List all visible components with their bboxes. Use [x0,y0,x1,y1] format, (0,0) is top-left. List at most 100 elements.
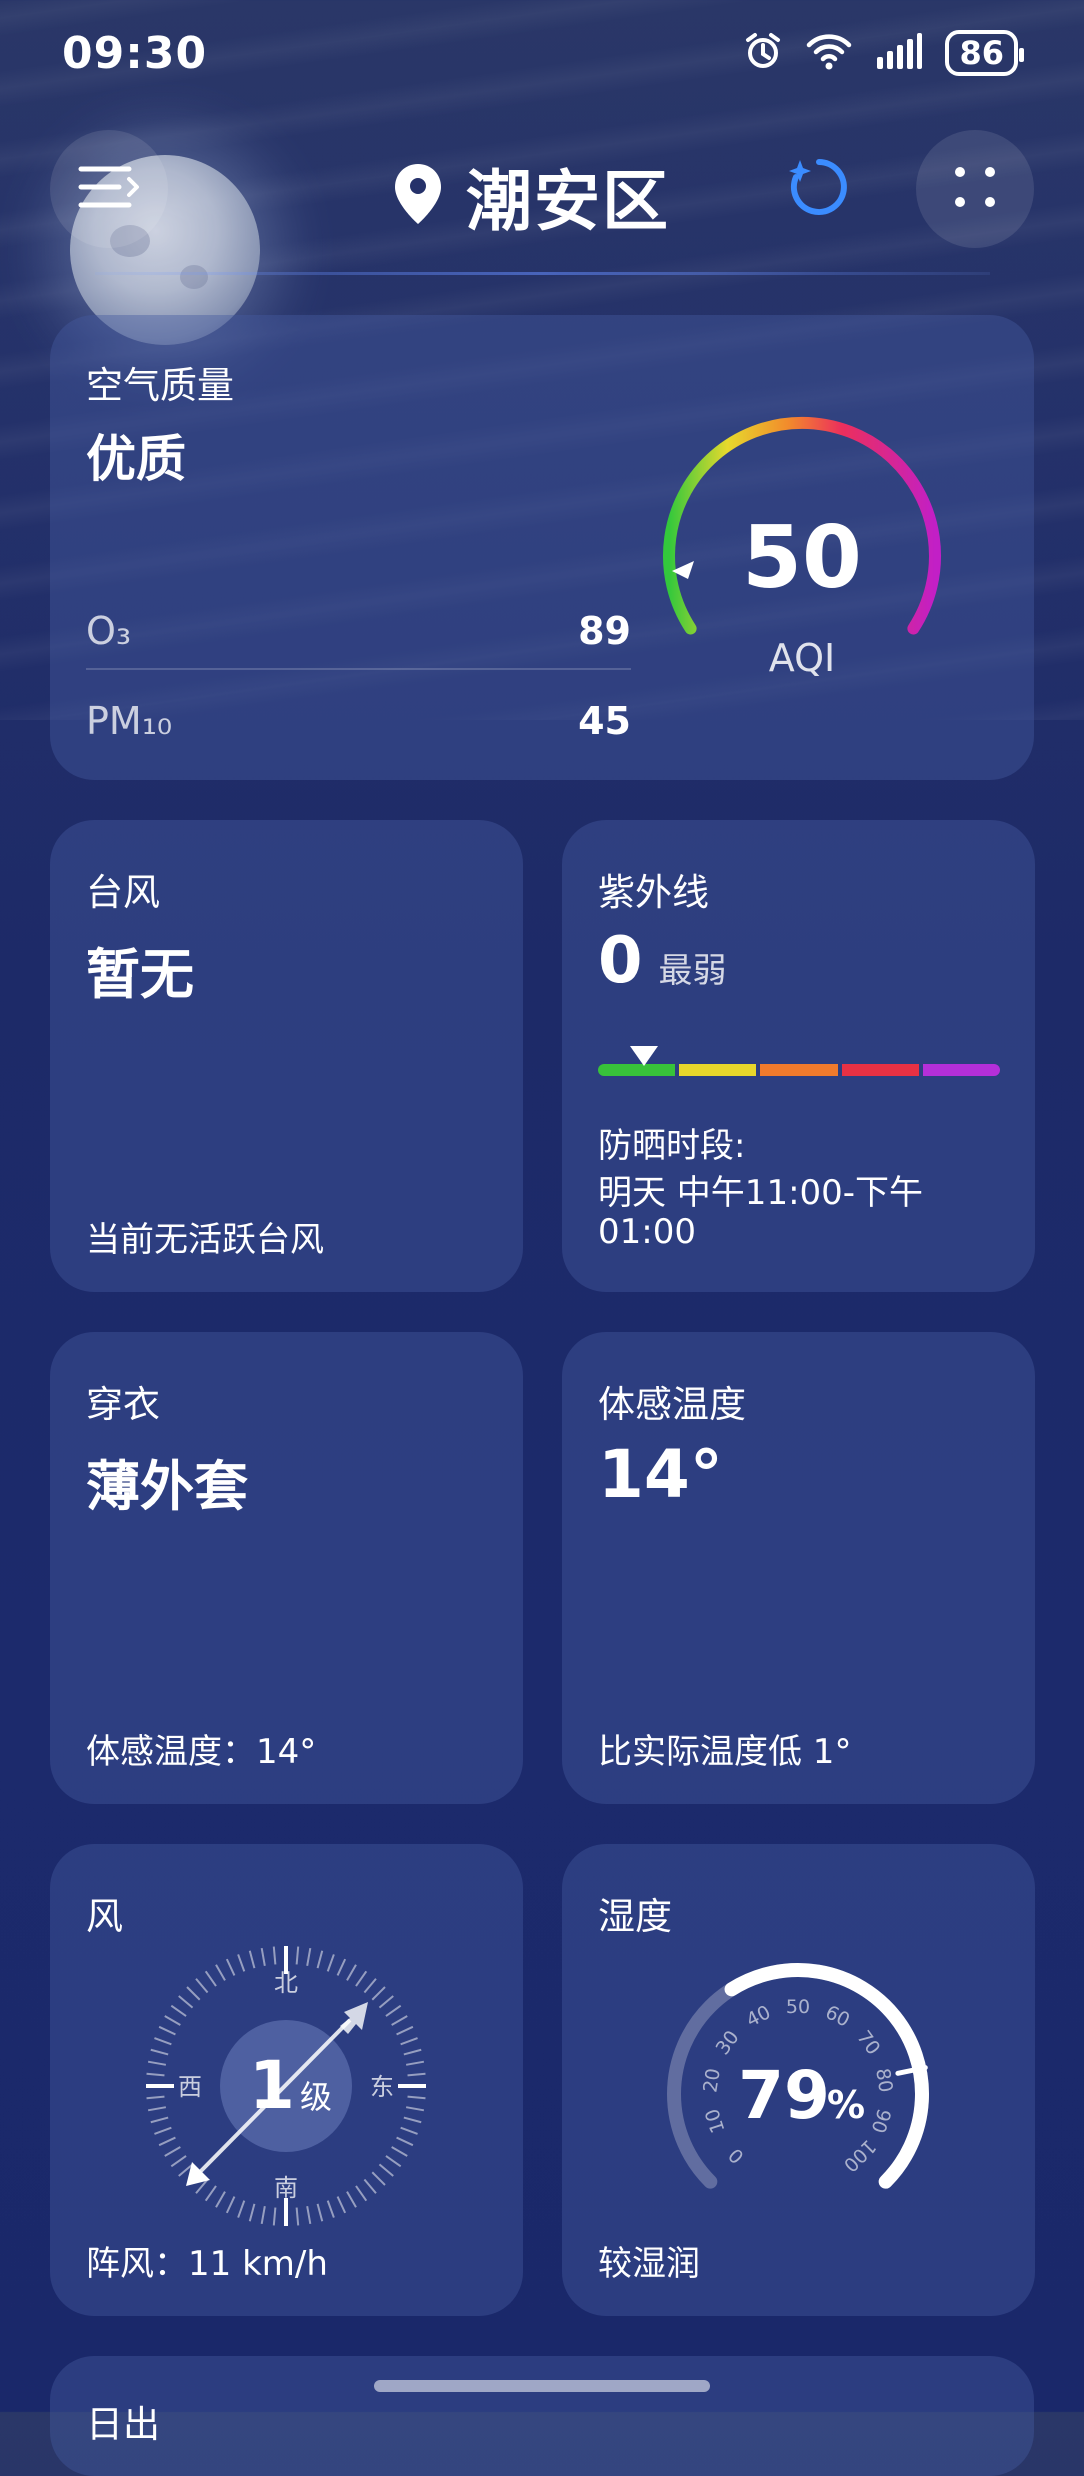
humidity-tick-label: 60 [822,2001,854,2032]
wind-compass: 北 南 东 西 1 级 [146,1946,426,2226]
pm10-row: PM₁₀ 45 [86,677,631,765]
compass-tick [396,2025,414,2036]
compass-tick [385,2004,402,2017]
compass-tick [391,2015,408,2026]
compass-tick [295,2207,300,2226]
aq-divider [86,668,631,670]
aqi-gauge: 50 AQI [663,416,941,680]
compass-tick [150,2048,169,2056]
sunrise-title: 日出 [86,2403,160,2446]
wind-card[interactable]: 风 北 南 东 西 1 级 阵风：11 km/h [50,1844,523,2316]
compass-tick [316,2203,324,2222]
compass-tick [355,2185,368,2202]
more-dots-icon [950,162,1000,216]
compass-tick [164,2015,181,2026]
more-button[interactable] [916,130,1034,248]
uv-value-row: 0 最弱 [598,924,727,998]
humidity-tick-label: 20 [699,2067,725,2094]
wind-arrow-tail [340,2002,368,2034]
location-pin-icon [392,162,444,230]
typhoon-card[interactable]: 台风 暂无 当前无活跃台风 [50,820,523,1292]
compass-tick [260,1947,266,1967]
compass-tick [248,1950,256,1969]
compass-north: 北 [274,1969,298,1997]
battery-icon: 86 [945,30,1024,76]
compass-tick [154,2037,172,2046]
signal-icon [875,31,923,75]
humidity-tick-label: 40 [743,2001,775,2032]
uv-marker [630,1046,659,1066]
compass-tick [407,2072,426,2077]
alarm-icon [743,31,783,75]
compass-tick [363,2178,377,2194]
o3-row: O₃ 89 [86,587,631,675]
humidity-tick-label: 80 [871,2067,897,2094]
compass-tick [403,2048,422,2056]
feels-like-footer: 比实际温度低 1° [598,1732,852,1772]
compass-tick [336,1958,347,1976]
compass-tick [326,1954,335,1972]
compass-tick [363,1978,377,1994]
humidity-value: 79 [738,2057,830,2134]
compass-tick [204,2185,217,2202]
air-quality-card[interactable]: 空气质量 优质 O₃ 89 PM₁₀ 45 50 AQI [50,315,1034,780]
compass-tick [237,1954,246,1972]
compass-west: 西 [178,2073,202,2101]
typhoon-value: 暂无 [86,943,194,1006]
compass-tick [146,2072,165,2077]
wind-footer: 阵风：11 km/h [86,2244,328,2284]
compass-tick [272,2207,277,2226]
o3-value: 89 [578,609,631,653]
compass-tick [405,2106,425,2112]
compass-tick [336,2196,347,2214]
wind-level-value: 1 [249,2047,295,2124]
uv-scale-segment [679,1064,757,1076]
app-header: 潮安区 [0,130,1084,250]
refresh-sparkle-icon [786,154,852,224]
humidity-tick-label: 100 [839,2135,880,2176]
compass-tick [170,2004,187,2017]
humidity-tick-label: 0 [724,2143,748,2167]
humidity-tick-label: 30 [712,2027,744,2059]
compass-east: 东 [370,2073,394,2101]
uv-card[interactable]: 紫外线 0 最弱 防晒时段: 明天 中午11:00-下午 01:00 [562,820,1035,1292]
typhoon-footer: 当前无活跃台风 [86,1220,324,1260]
compass-tick [170,2155,187,2168]
humidity-tick-label: 10 [701,2106,729,2136]
location-title[interactable]: 潮安区 [392,148,670,244]
status-time: 09:30 [62,28,208,79]
compass-tick [164,2146,181,2157]
pm10-label: PM₁₀ [86,699,173,743]
air-quality-level: 优质 [86,430,186,488]
header-divider [95,272,990,275]
clothing-card[interactable]: 穿衣 薄外套 体感温度：14° [50,1332,523,1804]
refresh-button[interactable] [760,130,878,248]
compass-tick [150,2116,169,2124]
feels-like-title: 体感温度 [598,1383,746,1426]
compass-tick [378,2163,394,2177]
compass-tick [400,2126,418,2135]
home-indicator[interactable] [374,2380,710,2392]
status-bar: 09:30 86 [0,0,1084,110]
humidity-tick-label: 90 [867,2106,895,2136]
clothing-footer: 体感温度：14° [86,1732,317,1772]
compass-tick [215,2191,226,2208]
uv-sun-line1: 明天 中午11:00-下午 [598,1173,924,1213]
menu-button[interactable] [50,130,168,248]
uv-title: 紫外线 [598,871,709,914]
compass-tick [147,2106,167,2112]
wind-title: 风 [86,1895,123,1938]
feels-like-card[interactable]: 体感温度 14° 比实际温度低 1° [562,1332,1035,1804]
compass-tick [306,1947,312,1967]
compass-tick [195,1978,209,1994]
compass-tick [405,2060,425,2066]
sunrise-card[interactable]: 日出 [50,2356,1034,2476]
compass-tick [225,1958,236,1976]
clothing-value: 薄外套 [86,1455,248,1518]
clothing-title: 穿衣 [86,1383,160,1426]
compass-tick [326,2200,335,2218]
compass-tick [371,1986,386,2001]
uv-value: 0 [598,924,643,998]
uv-sun-line2: 01:00 [598,1212,696,1252]
humidity-card[interactable]: 湿度 0 10 20 30 40 50 60 70 80 90 100 79 % 较湿润 [562,1844,1035,2316]
